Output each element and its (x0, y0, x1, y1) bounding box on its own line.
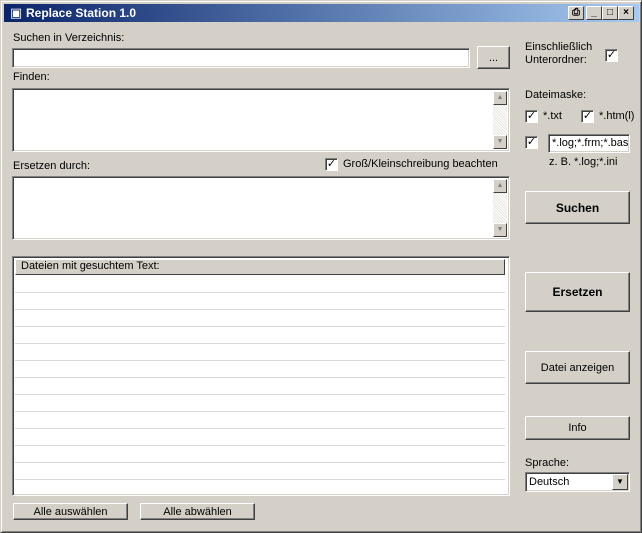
results-list[interactable]: Dateien mit gesuchtem Text: (12, 256, 510, 496)
txt-mask-label: *.txt (543, 110, 562, 122)
case-sensitive-label: Groß/Kleinschreibung beachten (343, 158, 498, 170)
list-item[interactable] (15, 310, 505, 327)
file-mask-hint: z. B. *.log;*.ini (549, 156, 618, 168)
close-button[interactable]: × (618, 6, 634, 20)
htm-mask-label: *.htm(l) (599, 110, 635, 122)
list-item[interactable] (15, 446, 505, 463)
find-scrollbar[interactable]: ▲ ▼ (493, 91, 507, 149)
list-item[interactable] (15, 293, 505, 310)
find-label: Finden: (13, 71, 50, 83)
main-window: ▣ Replace Station 1.0 ⎙ _ □ × Suchen in … (0, 0, 642, 533)
subfolders-label-line2: Unterordner: (525, 54, 587, 66)
title-bar[interactable]: ▣ Replace Station 1.0 ⎙ _ □ × (4, 4, 639, 22)
maximize-button[interactable]: □ (602, 6, 618, 20)
list-item[interactable] (15, 344, 505, 361)
language-label: Sprache: (525, 457, 570, 469)
scroll-down-icon[interactable]: ▼ (493, 135, 507, 149)
list-item[interactable] (15, 361, 505, 378)
scroll-up-icon[interactable]: ▲ (493, 91, 507, 105)
language-select[interactable]: Deutsch ▼ (525, 472, 630, 492)
replace-label: Ersetzen durch: (13, 160, 91, 172)
custom-mask-checkbox[interactable]: ✓ (525, 136, 538, 149)
select-all-button[interactable]: Alle auswählen (13, 503, 128, 520)
htm-mask-checkbox[interactable]: ✓ (581, 110, 594, 123)
search-button[interactable]: Suchen (525, 191, 630, 224)
subfolders-label-line1: Einschließlich (525, 41, 593, 53)
deselect-all-button[interactable]: Alle abwählen (140, 503, 255, 520)
minimize-button[interactable]: _ (586, 6, 602, 20)
list-item[interactable] (15, 327, 505, 344)
info-button[interactable]: Info (525, 416, 630, 440)
scroll-up-icon[interactable]: ▲ (493, 179, 507, 193)
list-item[interactable] (15, 412, 505, 429)
scroll-down-icon[interactable]: ▼ (493, 223, 507, 237)
list-item[interactable] (15, 276, 505, 293)
restore-icon[interactable]: ⎙ (568, 6, 584, 20)
txt-mask-checkbox[interactable]: ✓ (525, 110, 538, 123)
subfolders-checkbox[interactable]: ✓ (605, 49, 618, 62)
replace-scrollbar[interactable]: ▲ ▼ (493, 179, 507, 237)
list-item[interactable] (15, 395, 505, 412)
dropdown-arrow-icon[interactable]: ▼ (612, 474, 628, 490)
list-item[interactable] (15, 378, 505, 395)
app-icon: ▣ (9, 5, 23, 20)
file-mask-label: Dateimaske: (525, 89, 587, 101)
browse-button[interactable]: ... (477, 46, 510, 69)
list-item[interactable] (15, 429, 505, 446)
replace-button[interactable]: Ersetzen (525, 272, 630, 312)
case-sensitive-checkbox[interactable]: ✓ (325, 158, 338, 171)
search-dir-label: Suchen in Verzeichnis: (13, 32, 125, 44)
language-selected-value: Deutsch (529, 476, 570, 488)
find-textarea[interactable]: ▲ ▼ (12, 88, 510, 152)
search-dir-input[interactable] (12, 48, 470, 68)
results-column-header[interactable]: Dateien mit gesuchtem Text: (15, 259, 505, 275)
list-item[interactable] (15, 463, 505, 480)
window-title: Replace Station 1.0 (26, 6, 137, 20)
show-file-button[interactable]: Datei anzeigen (525, 351, 630, 384)
replace-textarea[interactable]: ▲ ▼ (12, 176, 510, 240)
custom-mask-input[interactable]: *.log;*.frm;*.bas (548, 134, 630, 153)
